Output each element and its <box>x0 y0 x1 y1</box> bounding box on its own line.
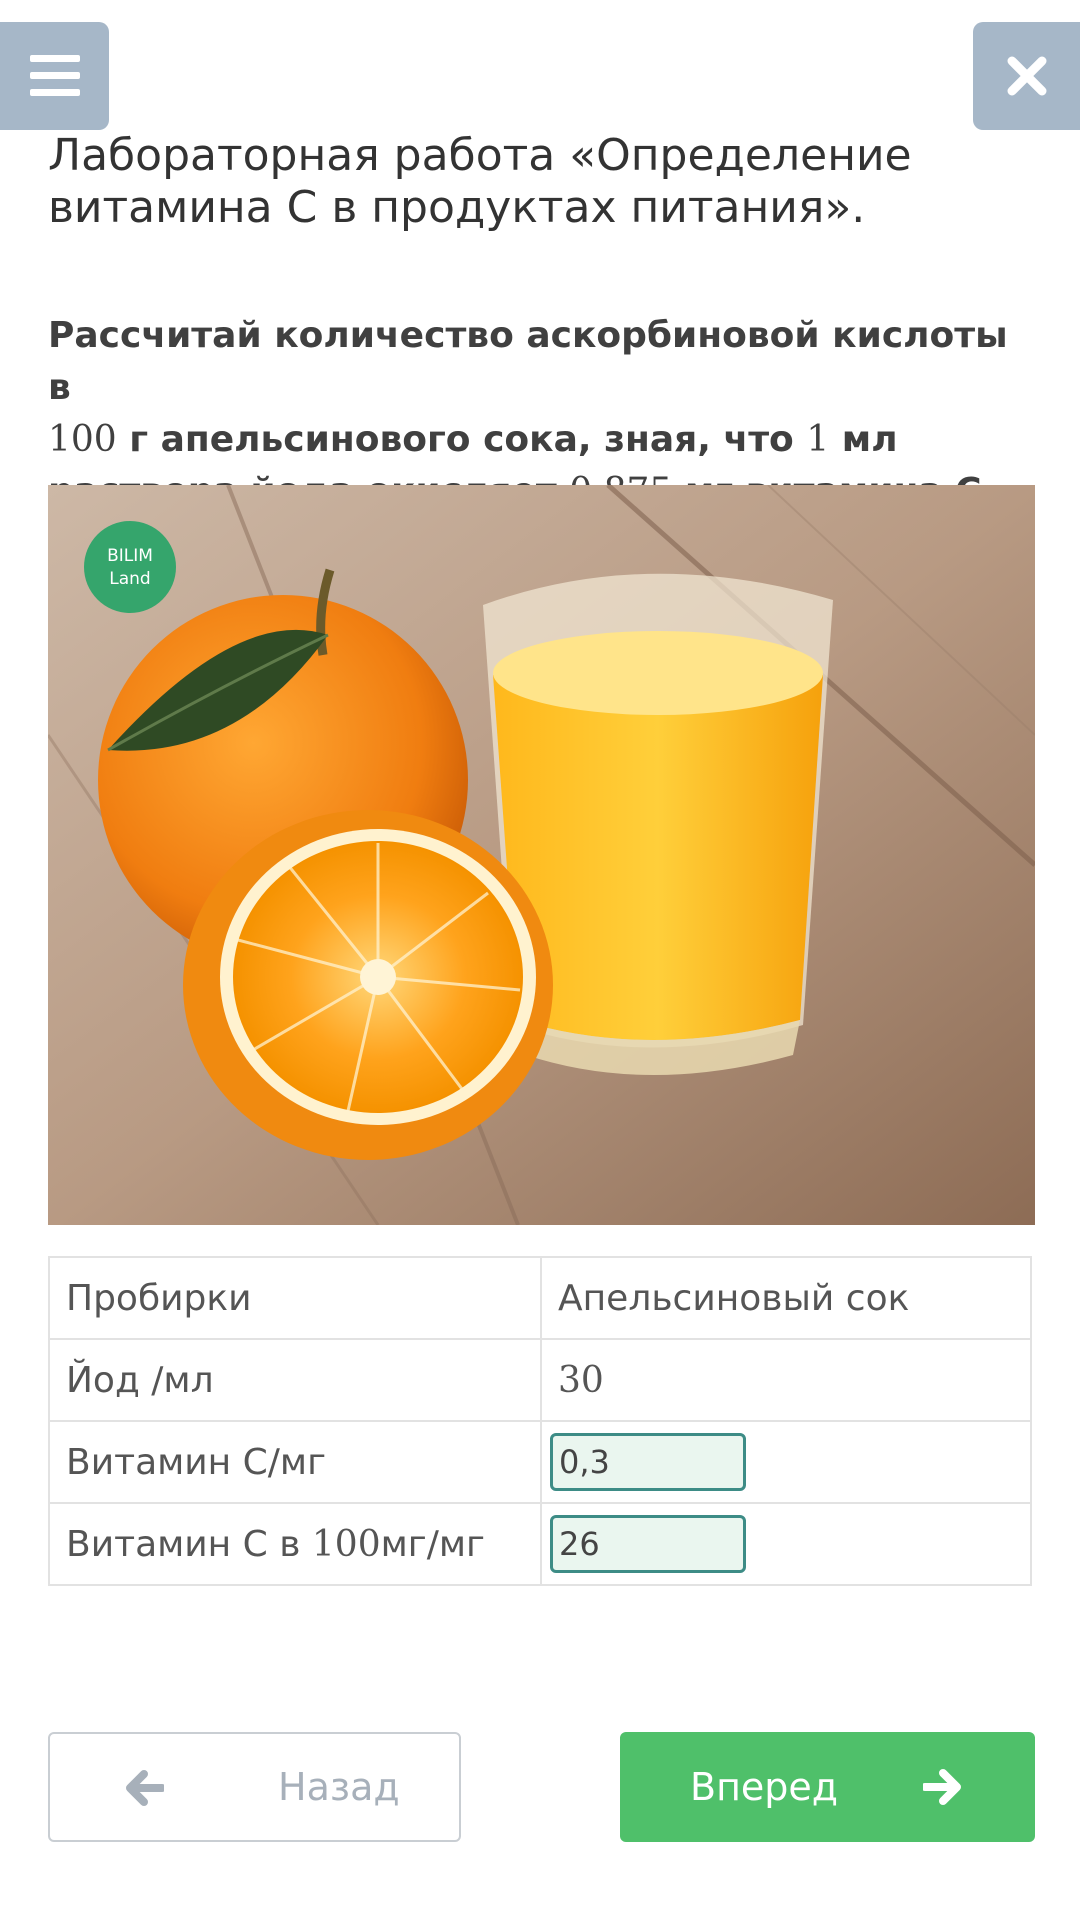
table-row: Йод /мл 30 <box>48 1338 1032 1422</box>
vitamin-c-100-label-number: 100 <box>311 1523 381 1565</box>
vitamin-c-100-label: Витамин С в 100мг/мг <box>48 1502 542 1586</box>
orange-juice-photo: BILIM Land <box>48 485 1035 1225</box>
hamburger-icon <box>29 55 80 96</box>
menu-button[interactable] <box>0 22 109 130</box>
close-icon <box>1007 56 1046 96</box>
results-table: Пробирки Апельсиновый сок Йод /мл 30 Вит… <box>48 1256 1032 1586</box>
question-number-1: 1 <box>806 419 830 460</box>
arrow-right-icon <box>923 1769 961 1805</box>
close-button[interactable] <box>973 22 1080 130</box>
table-row: Пробирки Апельсиновый сок <box>48 1256 1032 1340</box>
iodine-label: Йод /мл <box>48 1338 542 1422</box>
vitamin-c-100-label-suffix: мг/мг <box>380 1523 485 1565</box>
title-line-2: витамина С в продуктах питания». <box>48 182 866 233</box>
vitamin-c-100-cell <box>540 1502 1032 1586</box>
table-row: Витамин С/мг <box>48 1420 1032 1504</box>
back-button-label: Назад <box>278 1765 400 1809</box>
question-part-1: Рассчитай количество аскорбиновой кислот… <box>48 315 1008 408</box>
vitamin-c-100-input[interactable] <box>550 1515 746 1573</box>
next-button-label: Вперед <box>690 1765 839 1809</box>
question-part-3: мл <box>829 419 898 460</box>
photo-illustration: BILIM Land <box>48 485 1035 1225</box>
next-button[interactable]: Вперед <box>620 1732 1035 1842</box>
page-title: Лабораторная работа «Определение витамин… <box>48 130 1038 234</box>
iodine-value: 30 <box>540 1338 1032 1422</box>
badge-line-1: BILIM <box>107 546 153 566</box>
vitamin-c-100-label-prefix: Витамин С в <box>66 1523 312 1565</box>
vitamin-c-input[interactable] <box>550 1433 746 1491</box>
vitamin-c-label: Витамин С/мг <box>48 1420 542 1504</box>
question-part-2: г апельсинового сока, зная, что <box>116 419 807 460</box>
vitamin-c-cell <box>540 1420 1032 1504</box>
arrow-left-icon <box>126 1770 164 1806</box>
header-cell-tubes: Пробирки <box>48 1256 542 1340</box>
badge-line-2: Land <box>109 569 150 589</box>
question-number-100: 100 <box>48 419 117 460</box>
table-row: Витамин С в 100мг/мг <box>48 1502 1032 1586</box>
header-cell-orange-juice: Апельсиновый сок <box>540 1256 1032 1340</box>
title-line-1: Лабораторная работа «Определение <box>48 130 912 181</box>
back-button[interactable]: Назад <box>48 1732 461 1842</box>
